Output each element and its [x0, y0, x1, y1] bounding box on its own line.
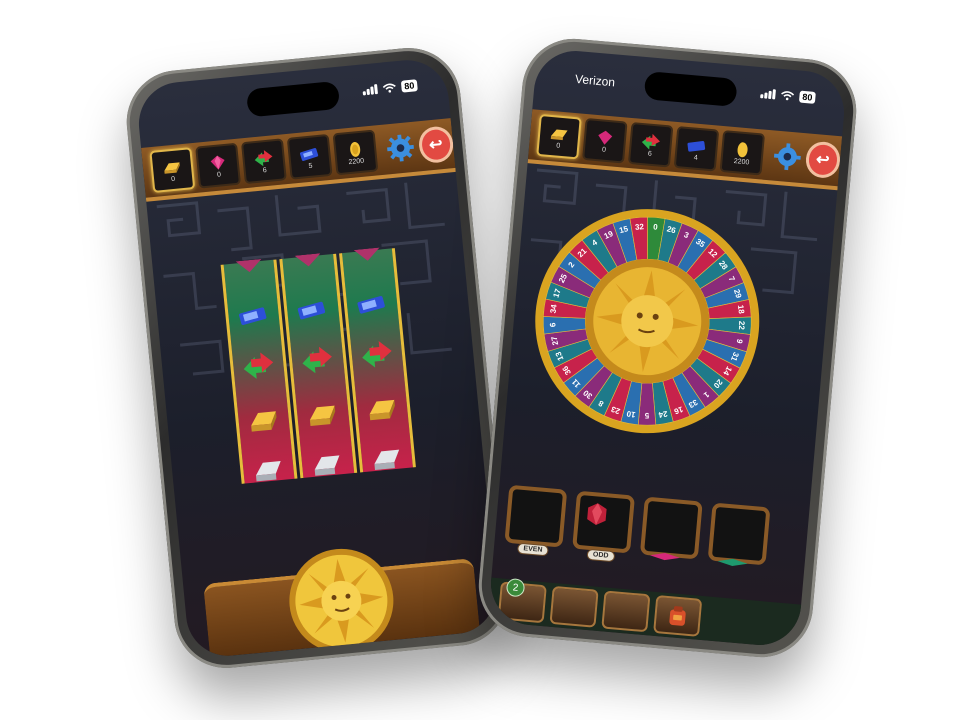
wheel-number: 34 — [549, 303, 559, 314]
red-green-arrows-icon — [254, 149, 273, 166]
resource-gold[interactable]: 0 — [536, 113, 582, 160]
bet-slots: EVEN ODD — [504, 484, 771, 567]
red-green-arrows-icon — [641, 133, 661, 150]
reel-marker — [236, 259, 263, 273]
wifi-icon — [781, 91, 795, 101]
resource-ticket[interactable]: 5 — [286, 133, 333, 180]
bet-green[interactable] — [707, 502, 771, 567]
spin-button[interactable] — [282, 542, 400, 660]
gold-bar-icon — [251, 411, 277, 432]
bottom-item-2[interactable] — [549, 585, 599, 628]
red-green-arrows-icon — [361, 341, 392, 368]
wheel-number: 5 — [644, 411, 649, 420]
reel-marker — [295, 253, 322, 267]
bet-red[interactable] — [639, 496, 703, 561]
blue-ticket-icon — [357, 296, 385, 314]
silver-bar-icon — [374, 449, 399, 471]
blue-ticket-icon — [298, 301, 326, 320]
resource-gem[interactable]: 0 — [195, 142, 242, 189]
signal-icon — [362, 84, 378, 96]
pink-gem-icon — [210, 155, 225, 170]
resource-coin[interactable]: 2200 — [332, 129, 379, 176]
dynamic-island — [643, 71, 738, 107]
phone-right: Verizon 80 0 0 6 4 2200 ↩ 0 26 3 35 12 2… — [474, 34, 861, 662]
slot-screen: 80 0 0 6 5 2200 ↩ — [135, 56, 500, 660]
roulette-screen: Verizon 80 0 0 6 4 2200 ↩ 0 26 3 35 12 2… — [487, 47, 848, 649]
backpack-icon — [669, 606, 686, 626]
gear-icon[interactable] — [385, 132, 416, 165]
bottom-bar: 2 — [487, 577, 802, 649]
bottom-item-4[interactable] — [653, 594, 703, 637]
gold-bar-icon — [310, 405, 336, 426]
back-button[interactable]: ↩ — [416, 125, 455, 165]
back-arrow-icon: ↩ — [428, 136, 444, 155]
red-chip-icon — [649, 553, 680, 561]
resource-gold[interactable]: 0 — [149, 147, 196, 193]
carrier-label: Verizon — [574, 71, 616, 90]
red-green-arrows-icon — [243, 352, 274, 379]
resource-arrows[interactable]: 6 — [627, 122, 674, 168]
blue-ticket-icon — [299, 147, 319, 161]
green-chip-icon — [717, 558, 748, 567]
phone-left: 80 0 0 6 5 2200 ↩ — [122, 43, 513, 673]
wheel-number: 18 — [736, 304, 746, 314]
gold-coin-icon — [737, 141, 748, 157]
resource-coin[interactable]: 2200 — [719, 130, 766, 176]
dynamic-island — [245, 80, 340, 118]
signal-icon — [760, 88, 776, 100]
gold-bar-icon — [550, 129, 568, 140]
gear-icon[interactable] — [772, 141, 803, 173]
silver-bar-icon — [315, 455, 340, 476]
gold-bar-icon — [164, 161, 180, 174]
reel-marker — [354, 248, 381, 262]
back-button[interactable]: ↩ — [803, 140, 842, 180]
battery-indicator: 80 — [798, 90, 816, 104]
resource-gem[interactable]: 0 — [582, 117, 628, 164]
resource-ticket[interactable]: 4 — [673, 126, 720, 172]
bet-odd[interactable]: ODD — [572, 490, 636, 563]
silver-bar-icon — [256, 460, 281, 482]
bottom-item-1[interactable]: 2 — [497, 577, 547, 624]
blue-ticket-icon — [687, 140, 706, 152]
bet-even[interactable]: EVEN — [504, 484, 568, 557]
gold-coin-icon — [350, 141, 361, 157]
battery-indicator: 80 — [400, 79, 418, 93]
gold-bar-icon — [369, 399, 395, 421]
back-arrow-icon: ↩ — [815, 151, 831, 170]
resource-arrows[interactable]: 6 — [240, 138, 287, 185]
wheel-number: 22 — [737, 321, 746, 331]
red-green-arrows-icon — [302, 346, 333, 374]
count-badge: 2 — [505, 577, 526, 598]
bet-label-even: EVEN — [516, 542, 549, 557]
blue-ticket-icon — [239, 307, 267, 325]
bottom-item-3[interactable] — [601, 590, 651, 633]
roulette-wheel[interactable]: 0 26 3351228729182293114201331624510238301… — [525, 199, 770, 444]
wheel-number: 32 — [635, 222, 645, 232]
bet-label-odd: ODD — [586, 548, 615, 563]
wifi-icon — [382, 83, 396, 93]
slot-reels — [220, 248, 416, 484]
pink-gem-icon — [598, 130, 613, 145]
red-gem-icon — [587, 503, 607, 525]
